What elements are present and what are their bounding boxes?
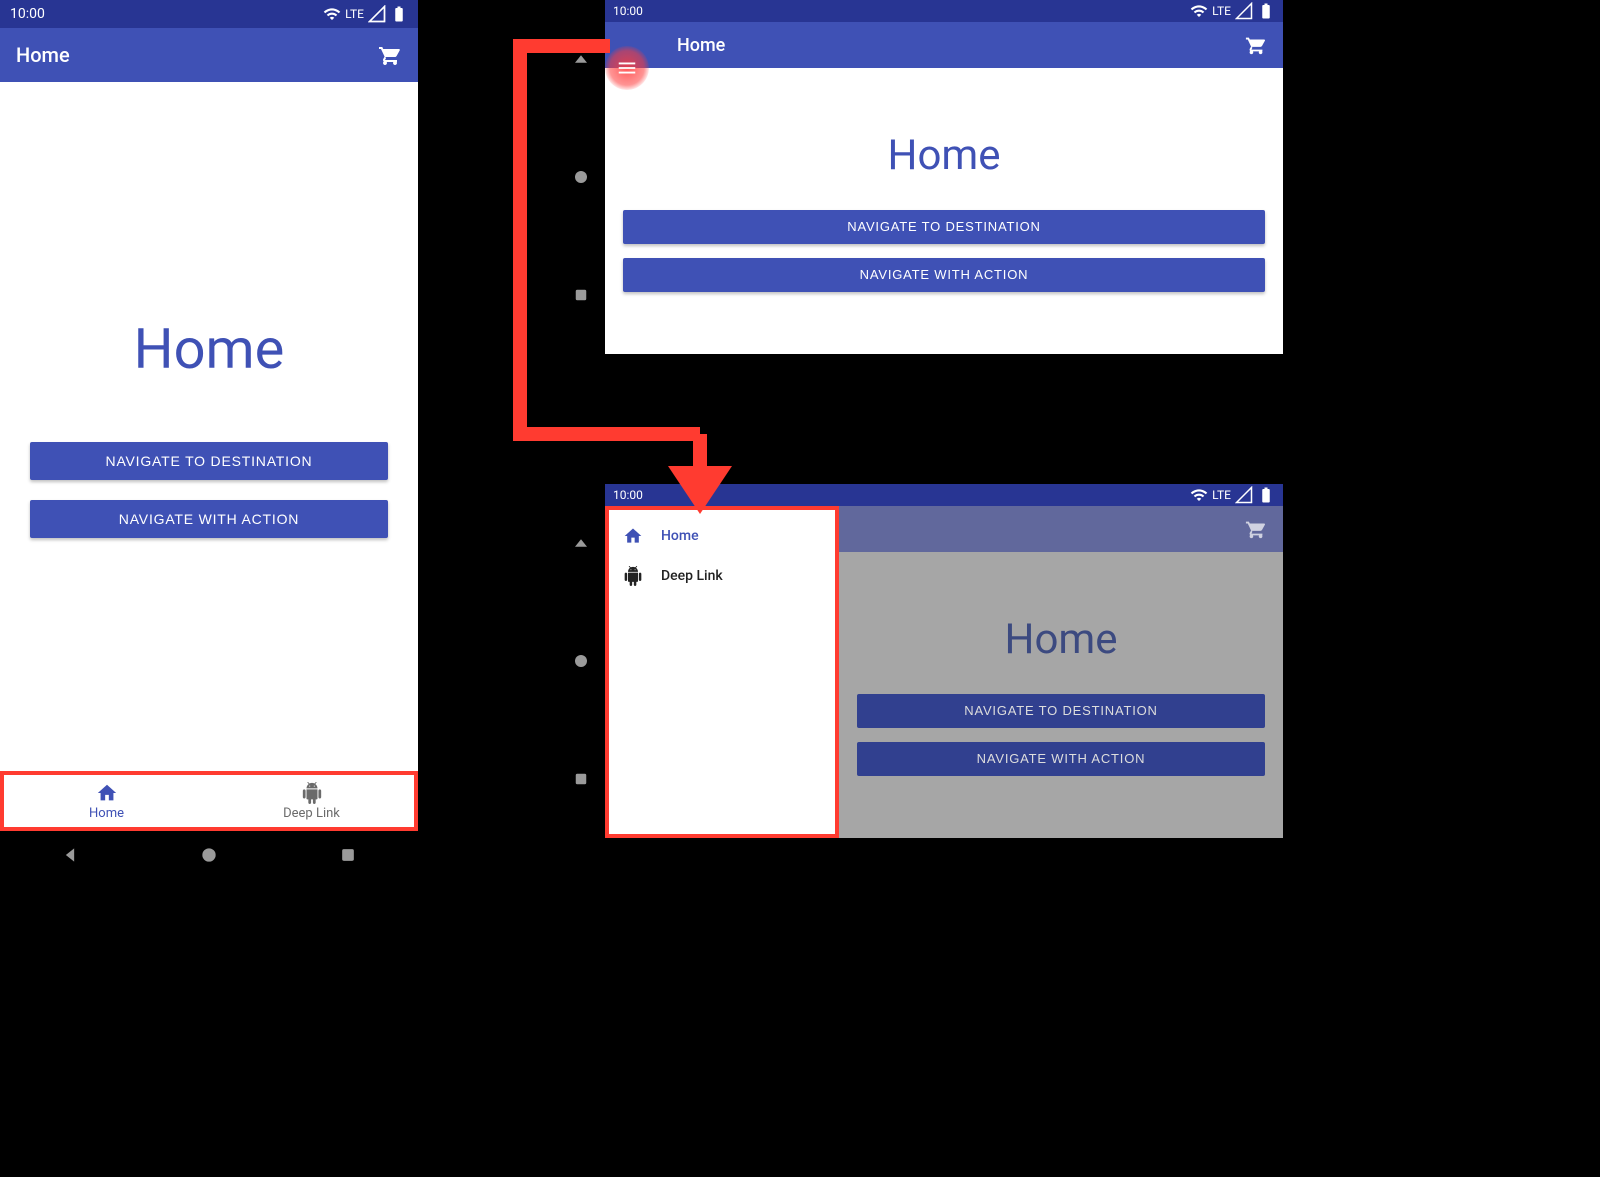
network-label: LTE bbox=[1212, 4, 1231, 18]
battery-icon bbox=[390, 5, 408, 23]
cart-icon[interactable] bbox=[378, 43, 402, 67]
cart-icon bbox=[1245, 518, 1267, 540]
navigate-destination-button: NAVIGATE TO DESTINATION bbox=[857, 694, 1265, 728]
recents-icon[interactable] bbox=[338, 845, 358, 865]
system-nav-bar bbox=[0, 831, 418, 879]
navigation-drawer: Home Deep Link bbox=[605, 506, 839, 838]
status-bar: 10:00 LTE bbox=[605, 0, 1283, 22]
navigate-action-button[interactable]: NAVIGATE WITH ACTION bbox=[30, 500, 388, 538]
tablet-screen: 10:00 LTE Home NAVIGATE TO DESTINATION N… bbox=[605, 484, 1283, 838]
status-icons: LTE bbox=[1190, 2, 1275, 20]
phone-content: Home NAVIGATE TO DESTINATION NAVIGATE WI… bbox=[0, 82, 418, 771]
android-icon bbox=[623, 566, 643, 586]
status-icons: LTE bbox=[1190, 486, 1275, 504]
status-icons: LTE bbox=[323, 5, 408, 23]
wifi-icon bbox=[1190, 486, 1208, 504]
navigate-destination-button[interactable]: NAVIGATE TO DESTINATION bbox=[30, 442, 388, 480]
bottom-nav-label: Deep Link bbox=[283, 806, 340, 821]
signal-icon bbox=[368, 5, 386, 23]
tablet-landscape-bottom: 10:00 LTE Home NAVIGATE TO DESTINATION N… bbox=[557, 484, 1283, 838]
wifi-icon bbox=[323, 5, 341, 23]
battery-icon bbox=[1257, 486, 1275, 504]
wifi-icon bbox=[1190, 2, 1208, 20]
phone-portrait-screen: 10:00 LTE Home Home NAVIGATE TO DESTINAT… bbox=[0, 0, 418, 831]
bottom-nav-home[interactable]: Home bbox=[4, 775, 209, 827]
status-bar: 10:00 LTE bbox=[0, 0, 418, 28]
signal-icon bbox=[1235, 486, 1253, 504]
flow-arrow-icon bbox=[500, 34, 760, 514]
bottom-nav-label: Home bbox=[89, 806, 124, 821]
drawer-item-home[interactable]: Home bbox=[609, 516, 835, 556]
page-heading: Home bbox=[887, 131, 1000, 180]
page-heading: Home bbox=[1004, 615, 1117, 664]
app-bar-title: Home bbox=[16, 43, 358, 67]
network-label: LTE bbox=[1212, 488, 1231, 502]
home-icon bbox=[96, 782, 118, 804]
network-label: LTE bbox=[345, 7, 364, 21]
clock-text: 10:00 bbox=[10, 6, 45, 22]
tablet-content-dim: Home NAVIGATE TO DESTINATION NAVIGATE WI… bbox=[839, 552, 1283, 838]
cart-icon[interactable] bbox=[1245, 34, 1267, 56]
navigate-action-button: NAVIGATE WITH ACTION bbox=[857, 742, 1265, 776]
home-system-icon[interactable] bbox=[199, 845, 219, 865]
signal-icon bbox=[1235, 2, 1253, 20]
drawer-item-label: Home bbox=[661, 528, 699, 544]
page-heading: Home bbox=[134, 316, 285, 382]
bottom-navigation: Home Deep Link bbox=[0, 771, 418, 831]
back-icon[interactable] bbox=[60, 845, 80, 865]
clock-text: 10:00 bbox=[613, 4, 643, 18]
back-icon[interactable] bbox=[572, 534, 590, 552]
bottom-nav-deep-link[interactable]: Deep Link bbox=[209, 775, 414, 827]
home-icon bbox=[623, 526, 643, 546]
recents-icon[interactable] bbox=[572, 770, 590, 788]
battery-icon bbox=[1257, 2, 1275, 20]
app-bar: Home bbox=[0, 28, 418, 82]
system-nav-bar-vertical bbox=[557, 484, 605, 838]
home-system-icon[interactable] bbox=[572, 652, 590, 670]
drawer-item-deep-link[interactable]: Deep Link bbox=[609, 556, 835, 596]
android-icon bbox=[301, 782, 323, 804]
drawer-item-label: Deep Link bbox=[661, 568, 723, 584]
